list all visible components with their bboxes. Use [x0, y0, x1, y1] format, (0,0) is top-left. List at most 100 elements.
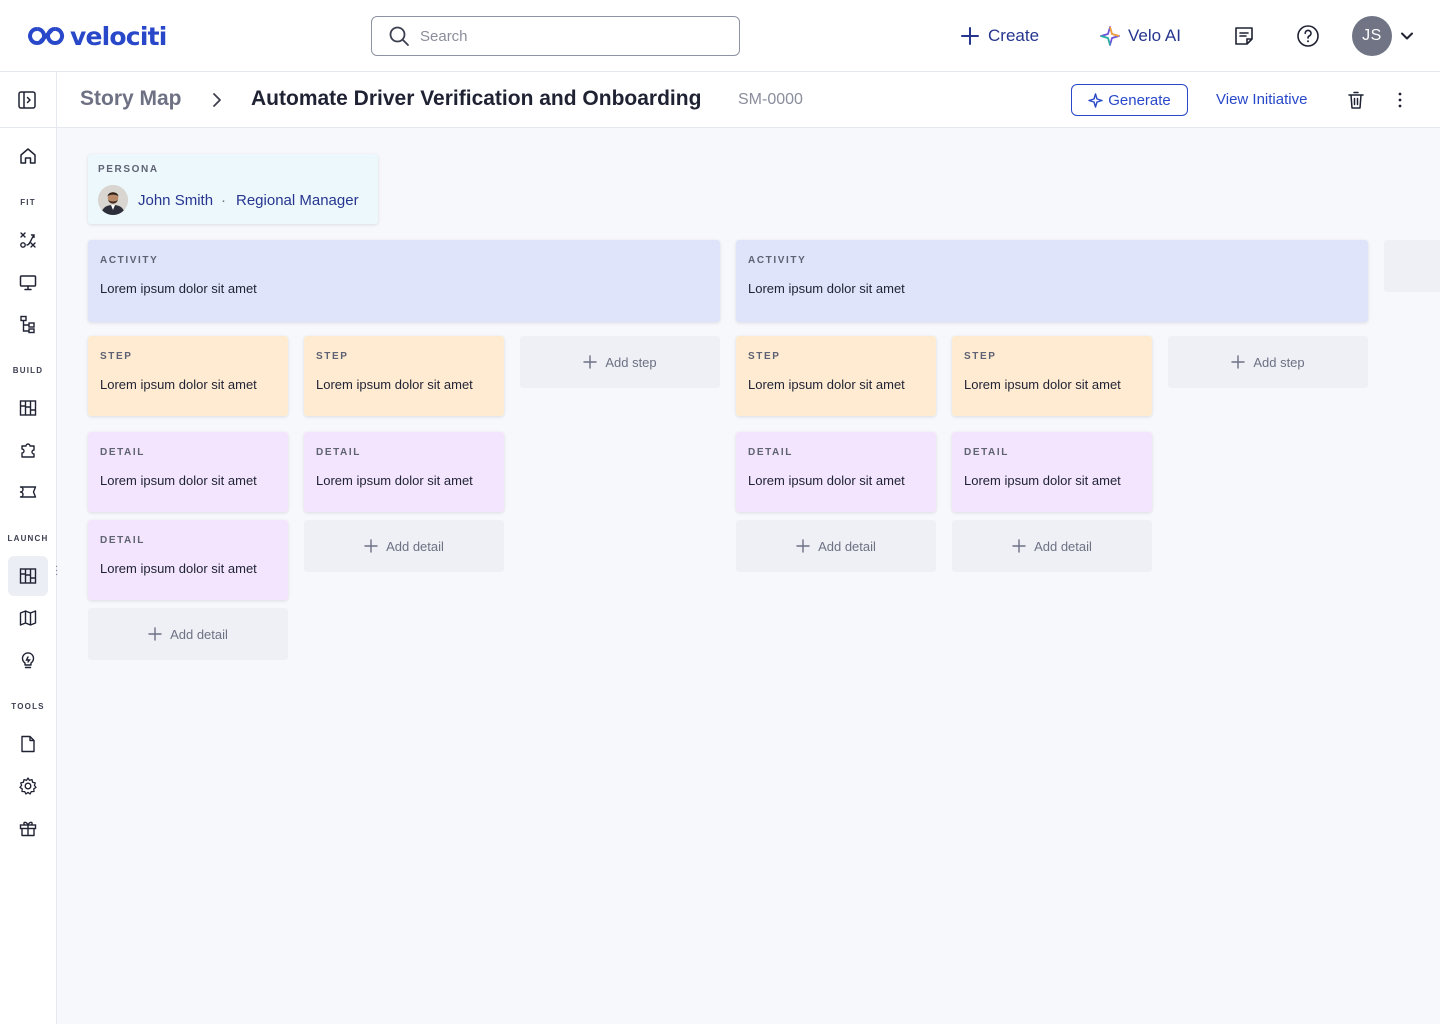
page-title: Automate Driver Verification and Onboard… [251, 87, 702, 110]
sidebar-item-map[interactable] [8, 598, 48, 638]
sidebar-toggle-button[interactable] [17, 90, 37, 110]
logo-infinity-icon [28, 27, 65, 45]
detail-text: Lorem ipsum dolor sit amet [100, 561, 257, 576]
home-icon [20, 148, 36, 164]
detail-label: DETAIL [316, 447, 361, 458]
plus-icon [364, 539, 378, 553]
plus-icon [961, 27, 979, 45]
kebab-menu-icon [1398, 92, 1402, 108]
gift-icon [19, 821, 37, 837]
detail-label: DETAIL [100, 447, 145, 458]
step-card[interactable]: STEP Lorem ipsum dolor sit amet [304, 336, 504, 416]
sidebar-item-presentation[interactable] [8, 262, 48, 302]
ticket-icon [19, 486, 37, 498]
add-detail-button[interactable]: Add detail [304, 520, 504, 572]
lightbulb-icon [21, 652, 35, 669]
top-header: velociti Create Velo AI [0, 0, 1440, 72]
create-label: Create [988, 26, 1040, 45]
sidebar-item-hierarchy[interactable] [8, 304, 48, 344]
persona-separator: · [221, 192, 226, 209]
step-card[interactable]: STEP Lorem ipsum dolor sit amet [736, 336, 936, 416]
velo-ai-button[interactable]: Velo AI [1100, 22, 1181, 50]
sidebar-item-fit-tools[interactable] [8, 220, 48, 260]
generate-button[interactable]: Generate [1071, 84, 1188, 116]
add-detail-label: Add detail [170, 626, 228, 642]
page-header: Story Map Automate Driver Verification a… [0, 72, 1440, 128]
story-map-icon [19, 568, 37, 584]
sidebar-resize-handle[interactable]: · · · [55, 562, 58, 580]
step-label: STEP [748, 351, 781, 362]
activity-card[interactable]: ACTIVITY Lorem ipsum dolor sit amet [736, 240, 1368, 322]
persona-avatar [98, 185, 128, 215]
create-button[interactable]: Create [960, 22, 1039, 50]
search-input[interactable] [420, 27, 720, 45]
persona-card[interactable]: PERSONA John Smith · Regional Manager [88, 154, 378, 224]
add-detail-label: Add detail [386, 538, 444, 554]
sidebar-item-board[interactable] [8, 388, 48, 428]
activity-label: ACTIVITY [748, 255, 807, 266]
sidebar-item-home[interactable] [8, 136, 48, 176]
sidebar-item-puzzle[interactable] [8, 430, 48, 470]
sidebar-item-story-map[interactable] [8, 556, 48, 596]
plus-icon [796, 539, 810, 553]
notes-icon [1235, 27, 1253, 45]
add-step-button[interactable]: Add step [1168, 336, 1368, 388]
fit-tools-icon [20, 232, 36, 248]
add-detail-label: Add detail [818, 538, 876, 554]
step-text: Lorem ipsum dolor sit amet [964, 377, 1121, 392]
add-step-label: Add step [605, 354, 657, 370]
generate-label: Generate [1108, 91, 1171, 109]
puzzle-icon [21, 443, 35, 458]
activity-text: Lorem ipsum dolor sit amet [100, 281, 257, 296]
plus-icon [1012, 539, 1026, 553]
detail-text: Lorem ipsum dolor sit amet [316, 473, 473, 488]
sparkle-icon [1088, 92, 1103, 108]
step-card[interactable]: STEP Lorem ipsum dolor sit amet [952, 336, 1152, 416]
help-button[interactable] [1294, 22, 1322, 50]
velociti-logo[interactable]: velociti [26, 20, 167, 52]
add-detail-button[interactable]: Add detail [952, 520, 1152, 572]
user-avatar[interactable]: JS [1352, 16, 1392, 56]
detail-card[interactable]: DETAIL Lorem ipsum dolor sit amet [88, 432, 288, 512]
add-activity-button[interactable] [1384, 240, 1440, 292]
step-label: STEP [316, 351, 349, 362]
sidebar-item-settings[interactable] [8, 766, 48, 806]
help-icon [1297, 25, 1319, 47]
map-icon [19, 610, 37, 626]
sidebar-section-launch: LAUNCH [7, 534, 49, 543]
detail-card[interactable]: DETAIL Lorem ipsum dolor sit amet [88, 520, 288, 600]
persona-role: Regional Manager [236, 192, 359, 209]
search-box[interactable] [371, 16, 740, 56]
activity-label: ACTIVITY [100, 255, 159, 266]
divider [56, 72, 57, 128]
view-initiative-link[interactable]: View Initiative [1216, 91, 1307, 108]
add-detail-button[interactable]: Add detail [88, 608, 288, 660]
sidebar-section-tools: TOOLS [11, 702, 45, 711]
sidebar-item-ideas[interactable] [8, 640, 48, 680]
sidebar-item-ticket[interactable] [8, 472, 48, 512]
add-detail-button[interactable]: Add detail [736, 520, 936, 572]
search-icon [389, 26, 409, 46]
sidebar-item-gift[interactable] [8, 808, 48, 848]
detail-text: Lorem ipsum dolor sit amet [748, 473, 905, 488]
activity-card[interactable]: ACTIVITY Lorem ipsum dolor sit amet [88, 240, 720, 322]
person-photo-icon [98, 185, 128, 215]
step-label: STEP [100, 351, 133, 362]
sidebar-item-document[interactable] [8, 724, 48, 764]
board-icon [19, 400, 37, 416]
detail-card[interactable]: DETAIL Lorem ipsum dolor sit amet [952, 432, 1152, 512]
add-step-button[interactable]: Add step [520, 336, 720, 388]
step-card[interactable]: STEP Lorem ipsum dolor sit amet [88, 336, 288, 416]
user-menu-chevron[interactable] [1399, 28, 1415, 44]
trash-icon [1348, 91, 1364, 109]
detail-card[interactable]: DETAIL Lorem ipsum dolor sit amet [304, 432, 504, 512]
sidebar-section-build: BUILD [12, 366, 44, 375]
more-options-button[interactable] [1390, 90, 1410, 110]
breadcrumb-story-map[interactable]: Story Map [80, 87, 182, 111]
sidebar-section-fit: FIT [20, 198, 36, 207]
delete-button[interactable] [1346, 90, 1366, 110]
detail-card[interactable]: DETAIL Lorem ipsum dolor sit amet [736, 432, 936, 512]
notes-button[interactable] [1230, 22, 1258, 50]
activity-text: Lorem ipsum dolor sit amet [748, 281, 905, 296]
sparkle-icon [1100, 26, 1120, 46]
